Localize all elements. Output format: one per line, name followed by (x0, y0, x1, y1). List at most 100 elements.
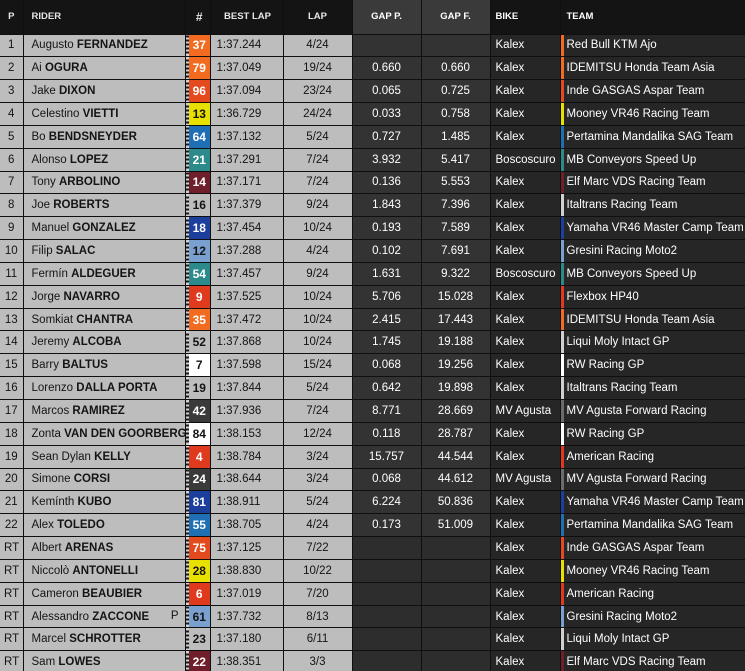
rider-cell[interactable]: Somkiat CHANTRA (23, 308, 186, 332)
rider-cell[interactable]: Kemínth KUBO (23, 490, 186, 515)
team-name: Mooney VR46 Racing Team (566, 564, 710, 577)
rider-cell[interactable]: Jeremy ALCOBA (23, 330, 186, 355)
best-lap-cell: 1:37.598 (210, 353, 284, 378)
rider-cell[interactable]: Barry BALTUS (23, 353, 186, 378)
table-row[interactable]: 20 Simone CORSI 24 1:38.644 3/24 0.068 44.612 M… (0, 468, 745, 492)
rider-first-name: Celestino (31, 107, 80, 120)
gap-first-cell (421, 582, 491, 606)
rider-cell[interactable]: Cameron BEAUBIER (23, 582, 186, 606)
rider-cell[interactable]: Fermín ALDEGUER (23, 262, 186, 286)
header-team[interactable]: TEAM (560, 0, 745, 35)
table-row[interactable]: 3 Jake DIXON 96 1:37.094 23/24 0.065 0.725 Kale… (0, 79, 745, 104)
rider-last-name: SCHROTTER (69, 633, 141, 646)
rider-cell[interactable]: Sean Dylan KELLY (23, 445, 186, 469)
table-row[interactable]: 14 Jeremy ALCOBA 52 1:37.868 10/24 1.745 19.18… (0, 330, 745, 355)
bike-cell: Boscoscuro (490, 262, 561, 286)
table-row[interactable]: 12 Jorge NAVARRO 9 1:37.525 10/24 5.706 15.028… (0, 285, 745, 309)
team-name: Red Bull KTM Ajo (566, 39, 657, 52)
rider-cell[interactable]: Alessandro ZACCONE P (23, 605, 186, 629)
team-cell: Italtrans Racing Team (560, 193, 745, 218)
team-cell: RW Racing GP (560, 422, 745, 446)
table-row[interactable]: 13 Somkiat CHANTRA 35 1:37.472 10/24 2.415 17.… (0, 308, 745, 332)
gap-first-cell (421, 559, 491, 583)
table-row[interactable]: RT Marcel SCHROTTER 23 1:37.180 6/11 Kalex Liq… (0, 627, 745, 652)
position-cell: 13 (0, 308, 24, 332)
rider-number-badge: 4 (189, 445, 211, 469)
rider-cell[interactable]: Alonso LOPEZ (23, 148, 186, 172)
team-cell: IDEMITSU Honda Team Asia (560, 308, 745, 332)
table-row[interactable]: 21 Kemínth KUBO 81 1:38.911 5/24 6.224 50.836 K… (0, 490, 745, 515)
rider-last-name: GONZALEZ (72, 222, 136, 235)
table-row[interactable]: 22 Alex TOLEDO 55 1:38.705 4/24 0.173 51.009 Ka… (0, 513, 745, 538)
table-row[interactable]: RT Alessandro ZACCONE P 61 1:37.732 8/13 Kalex… (0, 605, 745, 629)
rider-cell[interactable]: Marcos RAMIREZ (23, 399, 186, 423)
rider-cell[interactable]: Niccolò ANTONELLI (23, 559, 186, 583)
gap-previous-cell: 0.068 (352, 353, 422, 378)
gap-first-cell: 7.589 (421, 216, 491, 241)
rider-cell[interactable]: Sam LOWES (23, 650, 186, 671)
team-color-bar (560, 400, 564, 422)
header-number[interactable]: # (189, 0, 211, 35)
table-row[interactable]: 5 Bo BENDSNEYDER 64 1:37.132 5/24 0.727 1.485 K… (0, 125, 745, 149)
table-row[interactable]: RT Sam LOWES 22 1:38.351 3/3 Kalex Elf Marc VD… (0, 650, 745, 671)
table-row[interactable]: 15 Barry BALTUS 7 1:37.598 15/24 0.068 19.256 K… (0, 353, 745, 378)
rider-cell[interactable]: Ai OGURA (23, 56, 186, 81)
header-lap[interactable]: LAP (283, 0, 353, 35)
position-cell: 4 (0, 102, 24, 126)
table-row[interactable]: 4 Celestino VIETTI 13 1:36.729 24/24 0.033 0.7… (0, 102, 745, 126)
rider-cell[interactable]: Celestino VIETTI (23, 102, 186, 126)
table-row[interactable]: 11 Fermín ALDEGUER 54 1:37.457 9/24 1.631 9.32… (0, 262, 745, 286)
rider-last-name: OGURA (44, 62, 88, 75)
rider-cell[interactable]: Augusto FERNANDEZ (23, 34, 186, 58)
table-row[interactable]: 2 Ai OGURA 79 1:37.049 19/24 0.660 0.660 Kalex I… (0, 56, 745, 81)
rider-cell[interactable]: Jake DIXON (23, 79, 186, 104)
rider-first-name: Fermín (31, 267, 68, 280)
team-cell: RW Racing GP (560, 353, 745, 378)
rider-cell[interactable]: Tony ARBOLINO (23, 171, 186, 195)
best-lap-cell: 1:38.153 (210, 422, 284, 446)
header-row: P RIDER # BEST LAP LAP GAP P. GAP F. BIK… (0, 0, 745, 35)
header-bike[interactable]: BIKE (490, 0, 561, 35)
header-rider[interactable]: RIDER (23, 0, 186, 35)
table-row[interactable]: 1 Augusto FERNANDEZ 37 1:37.244 4/24 Kalex Red… (0, 34, 745, 58)
table-row[interactable]: 6 Alonso LOPEZ 21 1:37.291 7/24 3.932 5.417 Bos… (0, 148, 745, 172)
position-cell: 9 (0, 216, 24, 241)
table-row[interactable]: 7 Tony ARBOLINO 14 1:37.171 7/24 0.136 5.553 Ka… (0, 171, 745, 195)
rider-cell[interactable]: Manuel GONZALEZ (23, 216, 186, 241)
team-name: RW Racing GP (566, 427, 645, 440)
lap-cell: 10/24 (283, 308, 353, 332)
rider-first-name: Jorge (31, 290, 61, 303)
rider-cell[interactable]: Filip SALAC (23, 239, 186, 263)
rider-cell[interactable]: Marcel SCHROTTER (23, 627, 186, 652)
rider-number-badge: 21 (189, 148, 211, 172)
table-row[interactable]: RT Albert ARENAS 75 1:37.125 7/22 Kalex Inde G… (0, 536, 745, 560)
table-row[interactable]: 9 Manuel GONZALEZ 18 1:37.454 10/24 0.193 7.58… (0, 216, 745, 241)
rider-cell[interactable]: Lorenzo DALLA PORTA (23, 376, 186, 400)
rider-cell[interactable]: Jorge NAVARRO (23, 285, 186, 309)
team-name: Pertamina Mandalika SAG Team (566, 519, 734, 532)
rider-first-name: Alex (31, 519, 54, 532)
gap-previous-cell (352, 650, 422, 671)
table-row[interactable]: 10 Filip SALAC 12 1:37.288 4/24 0.102 7.691 Kal… (0, 239, 745, 263)
table-row[interactable]: RT Niccolò ANTONELLI 28 1:38.830 10/22 Kalex M… (0, 559, 745, 583)
table-row[interactable]: 8 Joe ROBERTS 16 1:37.379 9/24 1.843 7.396 Kale… (0, 193, 745, 218)
table-row[interactable]: RT Cameron BEAUBIER 6 1:37.019 7/20 Kalex Amer… (0, 582, 745, 606)
table-row[interactable]: 16 Lorenzo DALLA PORTA 19 1:37.844 5/24 0.642… (0, 376, 745, 400)
team-cell: Elf Marc VDS Racing Team (560, 650, 745, 671)
table-row[interactable]: 18 Zonta VAN DEN GOORBERGH 84 1:38.153 12/24… (0, 422, 745, 446)
rider-cell[interactable]: Joe ROBERTS (23, 193, 186, 218)
rider-cell[interactable]: Simone CORSI (23, 468, 186, 492)
rider-cell[interactable]: Zonta VAN DEN GOORBERGH (23, 422, 186, 446)
rider-cell[interactable]: Albert ARENAS (23, 536, 186, 560)
header-gap-first[interactable]: GAP F. (421, 0, 491, 35)
table-row[interactable]: 17 Marcos RAMIREZ 42 1:37.936 7/24 8.771 28.66… (0, 399, 745, 423)
team-cell: American Racing (560, 582, 745, 606)
table-row[interactable]: 19 Sean Dylan KELLY 4 1:38.784 3/24 15.757 44.… (0, 445, 745, 469)
header-gap-previous[interactable]: GAP P. (352, 0, 422, 35)
header-best-lap[interactable]: BEST LAP (210, 0, 284, 35)
rider-cell[interactable]: Bo BENDSNEYDER (23, 125, 186, 149)
gap-first-cell: 7.691 (421, 239, 491, 263)
rider-cell[interactable]: Alex TOLEDO (23, 513, 186, 538)
gap-previous-cell: 0.136 (352, 171, 422, 195)
header-position[interactable]: P (0, 0, 24, 35)
